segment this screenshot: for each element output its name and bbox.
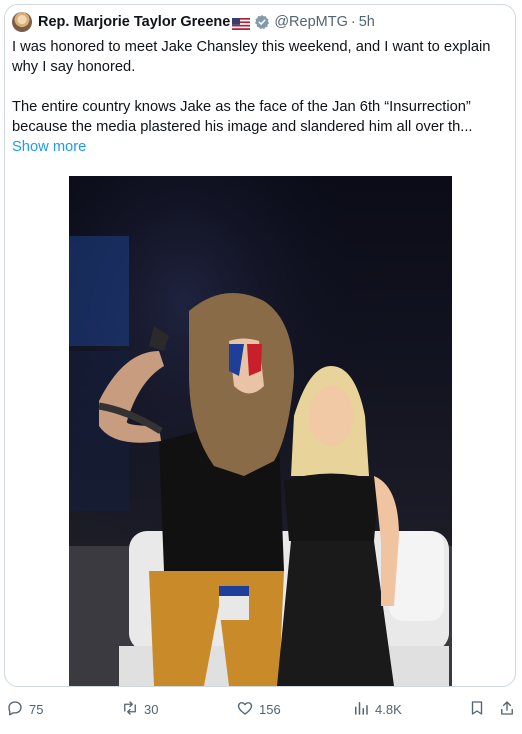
author-handle[interactable]: @RepMTG (274, 14, 348, 30)
views-count: 4.8K (375, 701, 402, 717)
photo-illustration (69, 176, 452, 686)
share-icon (498, 699, 516, 720)
show-more-link[interactable]: Show more (12, 137, 86, 157)
tweet-header: Rep. Marjorie Taylor Greene @RepMTG · 5h (12, 10, 375, 34)
avatar[interactable] (12, 12, 32, 32)
repost-count: 30 (144, 701, 159, 717)
reply-button[interactable]: 75 (6, 696, 43, 722)
reply-count: 75 (29, 701, 44, 717)
like-count: 156 (259, 701, 281, 717)
tweet-photo[interactable] (69, 176, 452, 686)
bookmark-icon (468, 699, 486, 720)
separator-dot: · (350, 14, 356, 30)
bookmark-button[interactable] (468, 696, 486, 722)
views-chart-icon (352, 699, 370, 720)
verified-badge-icon[interactable] (254, 14, 270, 30)
reply-icon (6, 699, 24, 720)
author-name[interactable]: Rep. Marjorie Taylor Greene (38, 14, 230, 30)
like-button[interactable]: 156 (236, 696, 281, 722)
views-button[interactable]: 4.8K (352, 696, 402, 722)
tweet-paragraph-2: The entire country knows Jake as the fac… (12, 99, 473, 135)
repost-icon (121, 699, 139, 720)
us-flag-icon (232, 17, 251, 30)
share-button[interactable] (498, 696, 516, 722)
heart-icon (236, 699, 254, 720)
action-bar: 75 30 156 4.8K (0, 696, 522, 722)
tweet-text: I was honored to meet Jake Chansley this… (12, 37, 502, 157)
post-time[interactable]: 5h (359, 14, 375, 30)
repost-button[interactable]: 30 (121, 696, 158, 722)
tweet-paragraph-1: I was honored to meet Jake Chansley this… (12, 39, 491, 75)
